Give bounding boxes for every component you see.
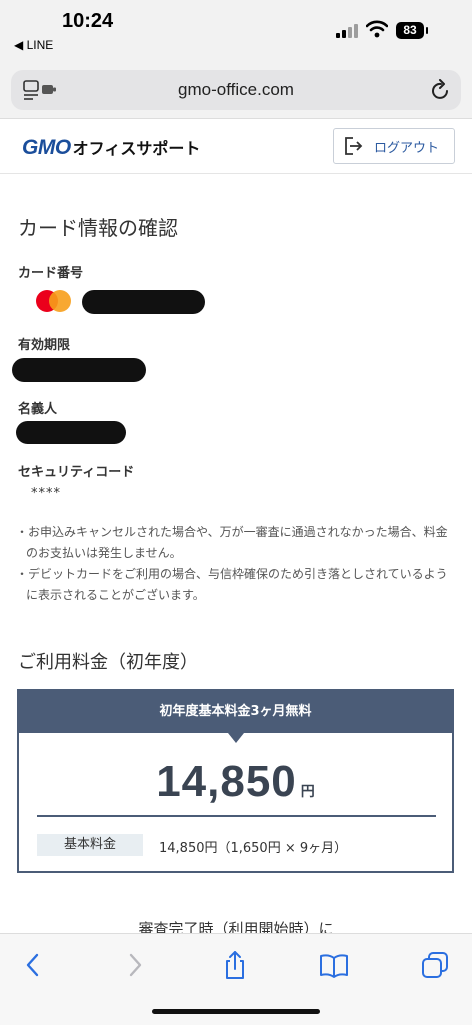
banner-notch xyxy=(228,733,244,743)
battery-icon: 83 xyxy=(396,22,428,39)
security-code-value: **** xyxy=(31,486,61,501)
status-bar: 10:24 ◀ LINE 83 xyxy=(0,0,472,60)
price-currency: 円 xyxy=(300,783,315,799)
security-code-label: セキュリティコード xyxy=(18,465,135,480)
mastercard-icon xyxy=(36,290,72,312)
holder-redacted xyxy=(16,421,126,444)
logout-label: ログアウト xyxy=(374,141,440,156)
price-divider xyxy=(37,815,436,817)
logo-subtitle: オフィスサポート xyxy=(72,141,201,158)
price-banner: 初年度基本料金3ヶ月無料 xyxy=(19,691,452,733)
back-to-line-link[interactable]: ◀ LINE xyxy=(14,38,53,52)
logout-button[interactable]: ログアウト xyxy=(333,128,455,164)
url-text[interactable]: gmo-office.com xyxy=(11,80,461,100)
note-item: ・お申込みキャンセルされた場合や、万が一審査に通過されなかった場合、料金のお支払… xyxy=(16,525,448,560)
back-icon[interactable] xyxy=(18,950,48,980)
gmo-office-support-logo[interactable]: GMO オフィスサポート xyxy=(22,135,200,160)
card-number-label: カード番号 xyxy=(18,266,84,281)
holder-label: 名義人 xyxy=(18,402,58,417)
bookmarks-icon[interactable] xyxy=(319,950,349,980)
expiry-label: 有効期限 xyxy=(18,338,71,353)
page-title: カード情報の確認 xyxy=(18,216,178,240)
price-number: 14,850 xyxy=(156,757,297,806)
wifi-icon xyxy=(366,20,388,38)
browser-address-area: gmo-office.com xyxy=(0,60,472,119)
site-header: GMO オフィスサポート ログアウト xyxy=(0,119,472,174)
price-amount: 14,850 円 xyxy=(19,757,452,807)
note-item: ・デビットカードをご利用の場合、与信枠確保のため引き落としされているように表示さ… xyxy=(16,567,448,602)
cellular-signal-icon xyxy=(336,22,362,38)
pricing-section-title: ご利用料金（初年度） xyxy=(18,652,198,673)
card-number-redacted xyxy=(82,290,205,314)
base-fee-label: 基本料金 xyxy=(37,834,143,856)
share-icon[interactable] xyxy=(220,950,250,980)
notes-list: ・お申込みキャンセルされた場合や、万が一審査に通過されなかった場合、料金のお支払… xyxy=(16,522,458,606)
logout-icon xyxy=(345,137,363,155)
base-fee-value: 14,850円（1,650円 × 9ヶ月） xyxy=(159,841,348,856)
forward-icon[interactable] xyxy=(120,950,150,980)
reload-icon[interactable] xyxy=(431,79,451,101)
expiry-redacted xyxy=(12,358,146,382)
logo-gmo: GMO xyxy=(22,136,71,159)
address-bar[interactable]: gmo-office.com xyxy=(11,70,461,110)
price-box: 初年度基本料金3ヶ月無料 14,850 円 基本料金 14,850円（1,650円… xyxy=(17,689,454,873)
tabs-icon[interactable] xyxy=(420,950,450,980)
home-indicator[interactable] xyxy=(152,1009,320,1014)
status-time: 10:24 xyxy=(62,10,114,32)
